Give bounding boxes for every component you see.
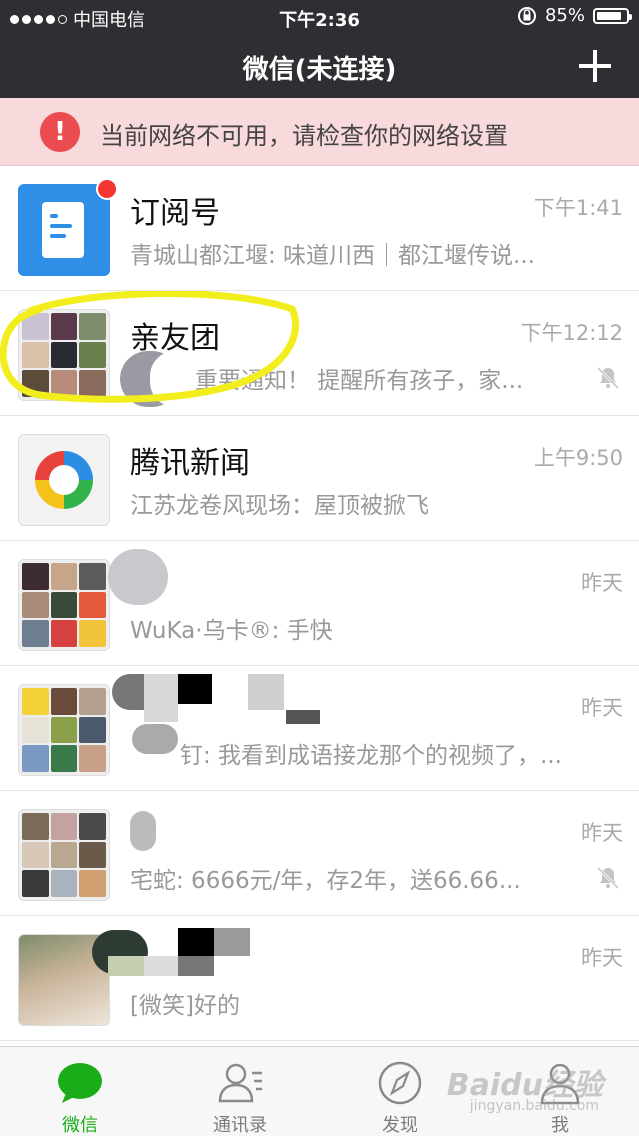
chat-time: 昨天 bbox=[581, 696, 623, 720]
chat-preview: 宅蛇: 6666元/年，存2年，送66.66... bbox=[130, 868, 521, 894]
chat-time: 昨天 bbox=[581, 821, 623, 845]
mute-bell-icon bbox=[596, 366, 620, 390]
battery-icon bbox=[593, 7, 632, 24]
redacted-blur bbox=[130, 811, 156, 851]
battery-percent: 85% bbox=[544, 5, 585, 26]
redacted-block bbox=[178, 956, 214, 976]
chat-time: 下午12:12 bbox=[520, 321, 623, 345]
redacted-blur bbox=[132, 724, 178, 754]
subscription-avatar-icon bbox=[18, 184, 110, 276]
chat-preview: 江苏龙卷风现场：屋顶被掀飞 bbox=[130, 493, 429, 519]
chat-item-group-wuka[interactable]: 昨天 WuKa·乌卡®: 手快 bbox=[0, 541, 639, 666]
tab-chats[interactable]: 微信 bbox=[0, 1047, 160, 1137]
plus-icon[interactable] bbox=[579, 50, 611, 82]
chat-item-family-group[interactable]: 亲友团 下午12:12 重要通知！ 提醒所有孩子，家... bbox=[0, 291, 639, 416]
redacted-block bbox=[178, 928, 214, 956]
chat-name: 订阅号 bbox=[130, 196, 220, 231]
chat-preview: 钉: 我看到成语接龙那个的视频了，... bbox=[180, 743, 562, 769]
status-bar: 中国电信 下午2:36 85% bbox=[0, 0, 639, 34]
group-avatar bbox=[18, 559, 110, 651]
chat-preview: 青城山都江堰: 味道川西｜都江堰传说... bbox=[130, 243, 535, 269]
page-title: 微信(未连接) bbox=[242, 55, 397, 85]
chat-bubble-icon bbox=[58, 1063, 102, 1103]
group-avatar bbox=[18, 684, 110, 776]
redacted-block bbox=[144, 956, 178, 976]
tab-label: 微信 bbox=[62, 1115, 98, 1136]
chat-time: 昨天 bbox=[581, 571, 623, 595]
chat-preview: WuKa·乌卡®: 手快 bbox=[130, 618, 333, 644]
tab-label: 发现 bbox=[382, 1115, 418, 1136]
nav-bar: 微信(未连接) bbox=[0, 34, 639, 98]
highlight-circle bbox=[0, 291, 299, 403]
redacted-block bbox=[144, 674, 178, 722]
chat-name: 腾讯新闻 bbox=[130, 446, 250, 481]
exclamation-icon: ! bbox=[40, 112, 80, 152]
chat-item-group-savings[interactable]: 昨天 宅蛇: 6666元/年，存2年，送66.66... bbox=[0, 791, 639, 916]
chat-preview: [微笑]好的 bbox=[130, 993, 240, 1019]
redacted-block bbox=[178, 674, 212, 704]
baidu-watermark-url: jingyan.baidu.com bbox=[469, 1098, 599, 1114]
tab-contacts[interactable]: 通讯录 bbox=[160, 1047, 320, 1137]
redacted-block bbox=[248, 674, 284, 710]
chat-time: 下午1:41 bbox=[533, 196, 623, 220]
chat-time: 昨天 bbox=[581, 946, 623, 970]
chat-item-contact-smile[interactable]: 昨天 [微笑]好的 bbox=[0, 916, 639, 1041]
contacts-icon bbox=[218, 1063, 262, 1103]
chat-list: 订阅号 下午1:41 青城山都江堰: 味道川西｜都江堰传说... 亲友团 下午1… bbox=[0, 166, 639, 1041]
mute-bell-icon bbox=[596, 866, 620, 890]
redacted-block bbox=[108, 956, 144, 976]
compass-icon bbox=[378, 1061, 422, 1105]
document-icon bbox=[42, 202, 84, 258]
chat-item-subscriptions[interactable]: 订阅号 下午1:41 青城山都江堰: 味道川西｜都江堰传说... bbox=[0, 166, 639, 291]
redacted-blur bbox=[108, 549, 168, 605]
unread-dot bbox=[96, 178, 118, 200]
chat-item-group-idiom[interactable]: 昨天 钉: 我看到成语接龙那个的视频了，... bbox=[0, 666, 639, 791]
alert-text: 当前网络不可用，请检查你的网络设置 bbox=[100, 122, 508, 150]
chat-item-tencent-news[interactable]: 腾讯新闻 上午9:50 江苏龙卷风现场：屋顶被掀飞 bbox=[0, 416, 639, 541]
redacted-block bbox=[286, 710, 320, 724]
redacted-block bbox=[214, 928, 250, 956]
group-avatar bbox=[18, 809, 110, 901]
rotation-lock-icon bbox=[517, 6, 536, 25]
tab-label: 通讯录 bbox=[213, 1115, 267, 1136]
battery-area: 85% bbox=[517, 5, 632, 26]
tencent-news-logo-icon bbox=[18, 434, 110, 526]
network-alert-banner[interactable]: ! 当前网络不可用，请检查你的网络设置 bbox=[0, 98, 639, 166]
chat-time: 上午9:50 bbox=[533, 446, 623, 470]
tab-label: 我 bbox=[551, 1115, 569, 1136]
